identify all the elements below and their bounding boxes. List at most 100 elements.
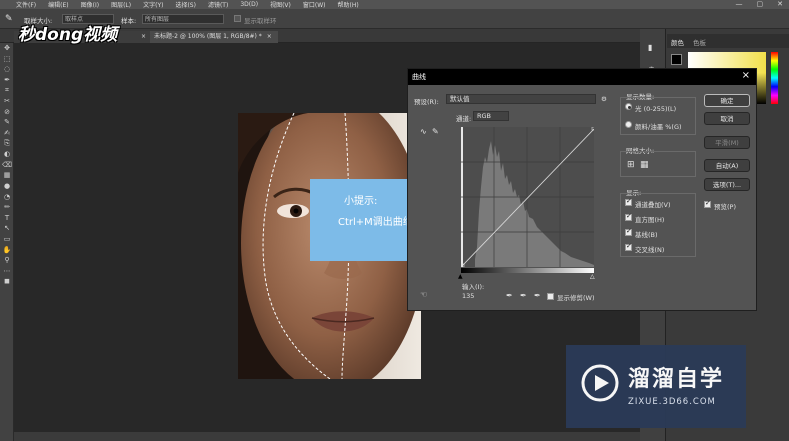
foreground-color-swatch[interactable] <box>671 54 682 65</box>
menu-item-type[interactable]: 文字(Y) <box>143 0 163 9</box>
gradient-tool-icon[interactable]: ▦ <box>0 170 14 181</box>
show-clipping-label: 显示修剪(W) <box>557 294 595 302</box>
histogram-checkbox[interactable] <box>625 212 632 221</box>
more-tools-icon[interactable]: ⋯ <box>0 265 14 276</box>
tab-document-2-label: 未标题-2 @ 100% (图层 1, RGB/8#) * <box>154 33 262 40</box>
menu-item-filter[interactable]: 滤镜(T) <box>208 0 228 9</box>
menu-bar: 文件(F) 编辑(E) 图像(I) 图层(L) 文字(Y) 选择(S) 滤镜(T… <box>0 0 789 9</box>
zoom-tool-icon[interactable]: ⚲ <box>0 255 14 266</box>
curves-title: 曲线 <box>412 73 426 81</box>
pigment-radio[interactable] <box>625 121 632 128</box>
menu-item-select[interactable]: 选择(S) <box>175 0 196 9</box>
maximize-button[interactable]: ▢ <box>757 0 764 9</box>
input-label: 输入(I): <box>462 283 485 291</box>
tab-document-2[interactable]: 未标题-2 @ 100% (图层 1, RGB/8#) * × <box>150 31 278 43</box>
white-point-eyedropper-icon[interactable]: ✒ <box>534 291 541 300</box>
shape-tool-icon[interactable]: ▭ <box>0 234 14 245</box>
channel-overlay-checkbox[interactable] <box>625 197 632 206</box>
channel-dropdown[interactable]: RGB <box>473 111 509 121</box>
curves-graph[interactable] <box>460 126 596 268</box>
preview-checkbox[interactable] <box>704 199 711 208</box>
play-logo-icon <box>581 364 619 402</box>
grid-detailed-icon[interactable]: ▦ <box>640 160 649 170</box>
curves-close-button[interactable]: × <box>742 70 750 81</box>
eyedropper-icon[interactable]: ✎ <box>5 14 13 24</box>
menu-item-help[interactable]: 帮助(H) <box>338 0 359 9</box>
intersection-line-label: 交叉线(N) <box>635 246 665 254</box>
light-radio[interactable] <box>625 103 632 110</box>
cancel-button[interactable]: 取消 <box>704 112 750 125</box>
show-ring-checkbox[interactable] <box>234 15 241 22</box>
watermark-url: ZIXUE.3D66.COM <box>628 397 716 407</box>
menu-item-edit[interactable]: 编辑(E) <box>48 0 68 9</box>
sample-label: 样本: <box>121 17 137 25</box>
eraser-tool-icon[interactable]: ◐ <box>0 149 14 160</box>
options-bar: ✎ 取样大小: 取样点 样本: 所有图层 显示取样环 <box>0 9 789 29</box>
input-gradient-bar <box>461 268 594 273</box>
quick-select-tool-icon[interactable]: ✒ <box>0 75 14 86</box>
hue-slider[interactable] <box>771 52 778 104</box>
video-logo: 秒dong视频 <box>18 25 118 45</box>
tools-panel: ✥ ⬚ ◌ ✒ ⌗ ✂ ⊘ ✎ ✍ ⎘ ◐ ⌫ ▦ ● ◔ ✏ T ↖ ▭ ✋ … <box>0 43 14 441</box>
eraser-alt-tool-icon[interactable]: ⌫ <box>0 160 14 171</box>
tab-close-icon[interactable]: × <box>267 33 272 40</box>
tab-color[interactable]: 颜色 <box>671 37 684 47</box>
channel-label: 通道: <box>456 115 472 123</box>
black-point-eyedropper-icon[interactable]: ✒ <box>506 291 513 300</box>
menu-item-image[interactable]: 图像(I) <box>81 0 99 9</box>
options-button[interactable]: 选项(T)... <box>704 178 750 191</box>
baseline-checkbox[interactable] <box>625 227 632 236</box>
slice-tool-icon[interactable]: ✂ <box>0 96 14 107</box>
sample-select[interactable]: 所有图层 <box>142 14 224 24</box>
preset-dropdown[interactable]: 默认值 <box>446 94 596 104</box>
target-adjust-icon[interactable]: ☜ <box>420 290 427 299</box>
gray-point-eyedropper-icon[interactable]: ✒ <box>520 291 527 300</box>
channel-overlay-label: 通道叠加(V) <box>635 201 671 209</box>
blur-tool-icon[interactable]: ● <box>0 181 14 192</box>
smooth-button[interactable]: 平滑(M) <box>704 136 750 149</box>
color-panel-tabs: 颜色 色板 <box>667 34 789 48</box>
hand-tool-icon[interactable]: ✋ <box>0 244 14 255</box>
menu-item-file[interactable]: 文件(F) <box>16 0 36 9</box>
pen-tool-icon[interactable]: ✏ <box>0 202 14 213</box>
marquee-tool-icon[interactable]: ⬚ <box>0 54 14 65</box>
white-slider-icon[interactable]: △ <box>590 273 595 280</box>
window-controls: — ▢ ✕ <box>736 0 784 9</box>
menu-item-3d[interactable]: 3D(D) <box>240 1 258 8</box>
panel-toggle-icon[interactable]: ▮ <box>648 43 652 52</box>
preset-options-icon[interactable]: ⚙ <box>601 95 607 103</box>
brand-watermark: 溜溜自学 ZIXUE.3D66.COM <box>566 345 746 428</box>
grid-simple-icon[interactable]: ⊞ <box>627 160 635 170</box>
tab-swatches[interactable]: 色板 <box>693 37 706 47</box>
lasso-tool-icon[interactable]: ◌ <box>0 64 14 75</box>
intersection-line-checkbox[interactable] <box>625 242 632 251</box>
stamp-tool-icon[interactable]: ✍ <box>0 128 14 139</box>
preview-label: 预览(P) <box>714 203 736 211</box>
path-select-tool-icon[interactable]: ↖ <box>0 223 14 234</box>
close-window-button[interactable]: ✕ <box>777 0 783 9</box>
auto-button[interactable]: 自动(A) <box>704 159 750 172</box>
dodge-tool-icon[interactable]: ◔ <box>0 191 14 202</box>
menu-item-view[interactable]: 视图(V) <box>270 0 291 9</box>
show-ring-label: 显示取样环 <box>244 17 277 25</box>
move-tool-icon[interactable]: ✥ <box>0 43 14 54</box>
pencil-tool-icon[interactable]: ✎ <box>432 127 439 136</box>
type-tool-icon[interactable]: T <box>0 213 14 224</box>
curve-point-tool-icon[interactable]: ∿ <box>420 127 427 136</box>
brush-tool-icon[interactable]: ✎ <box>0 117 14 128</box>
black-slider-icon[interactable]: ▲ <box>458 273 463 280</box>
status-bar <box>14 432 640 441</box>
watermark-brand: 溜溜自学 <box>628 367 725 392</box>
crop-tool-icon[interactable]: ⌗ <box>0 85 14 96</box>
menu-item-layer[interactable]: 图层(L) <box>111 0 131 9</box>
ok-button[interactable]: 确定 <box>704 94 750 107</box>
histogram-label: 直方图(H) <box>635 216 665 224</box>
tip-title: 小提示: <box>344 196 378 207</box>
color-swatch-icon[interactable]: ◼ <box>0 276 14 287</box>
history-brush-tool-icon[interactable]: ⎘ <box>0 138 14 149</box>
healing-tool-icon[interactable]: ⊘ <box>0 107 14 118</box>
histogram-shape <box>475 141 594 267</box>
show-clipping-checkbox[interactable] <box>547 293 554 300</box>
menu-item-window[interactable]: 窗口(W) <box>303 0 326 9</box>
minimize-button[interactable]: — <box>736 0 743 9</box>
